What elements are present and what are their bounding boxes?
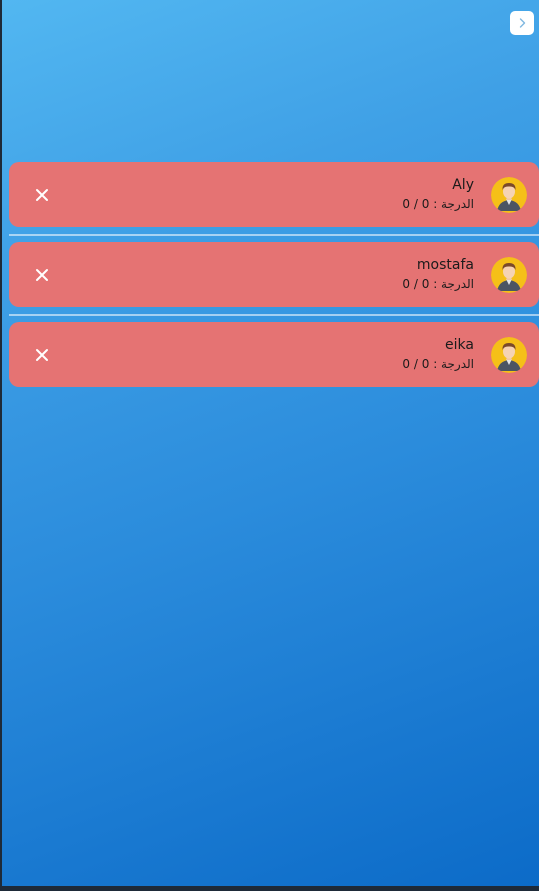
score-label: الدرجة : [433, 357, 474, 371]
divider [9, 234, 539, 236]
user-avatar-icon [491, 337, 527, 373]
app-screen: Aly الدرجة : 0 / 0 mostafa الدرجة: 0 / … [2, 0, 539, 886]
close-icon [36, 189, 48, 201]
chevron-right-icon [519, 18, 526, 28]
player-card: eika الدرجة : 0 / 0 [9, 322, 539, 387]
player-info: Aly الدرجة : 0 / 0 [402, 175, 474, 213]
player-score: الدرجة : 0 / 0 [402, 195, 474, 213]
user-avatar-icon [491, 177, 527, 213]
remove-player-button[interactable] [33, 186, 51, 204]
next-button[interactable] [510, 11, 534, 35]
remove-player-button[interactable] [33, 266, 51, 284]
close-icon [36, 349, 48, 361]
bottom-edge [0, 886, 539, 891]
player-score: الدرجة : 0 / 0 [402, 275, 474, 293]
player-info: eika الدرجة : 0 / 0 [402, 335, 474, 373]
player-name: Aly [452, 177, 474, 193]
player-score: الدرجة : 0 / 0 [402, 355, 474, 373]
player-card: mostafa الدرجة : 0 / 0 [9, 242, 539, 307]
score-label: الدرجة : [433, 197, 474, 211]
divider [9, 314, 539, 316]
player-info: mostafa الدرجة : 0 / 0 [402, 255, 474, 293]
remove-player-button[interactable] [33, 346, 51, 364]
close-icon [36, 269, 48, 281]
players-list: Aly الدرجة : 0 / 0 mostafa الدرجة: 0 / … [9, 162, 539, 387]
score-value: 0 / 0 [402, 357, 430, 371]
player-name: eika [445, 337, 474, 353]
score-value: 0 / 0 [402, 197, 430, 211]
score-value: 0 / 0 [402, 277, 430, 291]
player-card: Aly الدرجة : 0 / 0 [9, 162, 539, 227]
player-name: mostafa [416, 257, 474, 273]
score-label: الدرجة : [433, 277, 474, 291]
user-avatar-icon [491, 257, 527, 293]
